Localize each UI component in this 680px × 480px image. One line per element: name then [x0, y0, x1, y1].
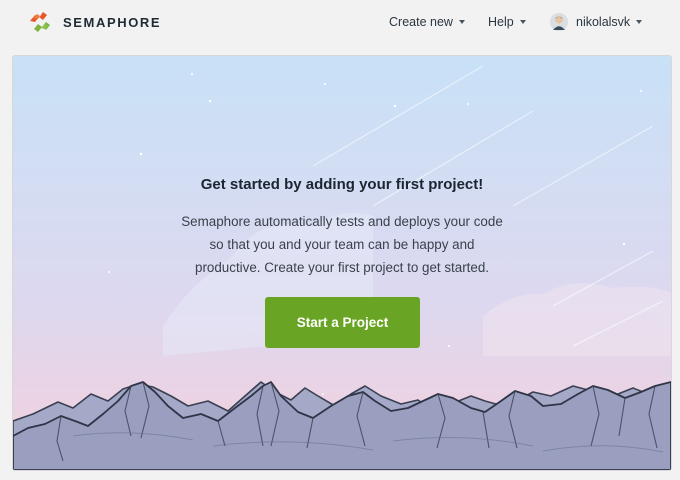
- avatar: [550, 13, 568, 31]
- help-menu[interactable]: Help: [488, 0, 526, 44]
- create-new-label: Create new: [389, 15, 453, 29]
- chevron-down-icon: [458, 20, 465, 24]
- empty-state-description: Semaphore automatically tests and deploy…: [13, 210, 671, 279]
- semaphore-logo-icon: [30, 12, 50, 32]
- username-label: nikolalsvk: [576, 15, 631, 29]
- brand-name: SEMAPHORE: [63, 14, 162, 30]
- description-line: productive. Create your first project to…: [195, 260, 489, 275]
- help-label: Help: [488, 15, 514, 29]
- top-navbar: SEMAPHORE Create new Help nikolalsvk: [0, 0, 680, 44]
- create-new-menu[interactable]: Create new: [389, 0, 465, 44]
- chevron-down-icon: [636, 20, 643, 24]
- empty-state-title: Get started by adding your first project…: [200, 176, 484, 193]
- brand-logo[interactable]: SEMAPHORE: [27, 9, 161, 35]
- start-project-button[interactable]: Start a Project: [265, 297, 420, 348]
- empty-state-card: Get started by adding your first project…: [12, 55, 672, 471]
- user-menu[interactable]: nikolalsvk: [550, 0, 643, 44]
- description-line: so that you and your team can be happy a…: [209, 237, 475, 252]
- description-line: Semaphore automatically tests and deploy…: [181, 214, 503, 229]
- empty-state-content: Get started by adding your first project…: [13, 56, 671, 470]
- chevron-down-icon: [519, 20, 526, 24]
